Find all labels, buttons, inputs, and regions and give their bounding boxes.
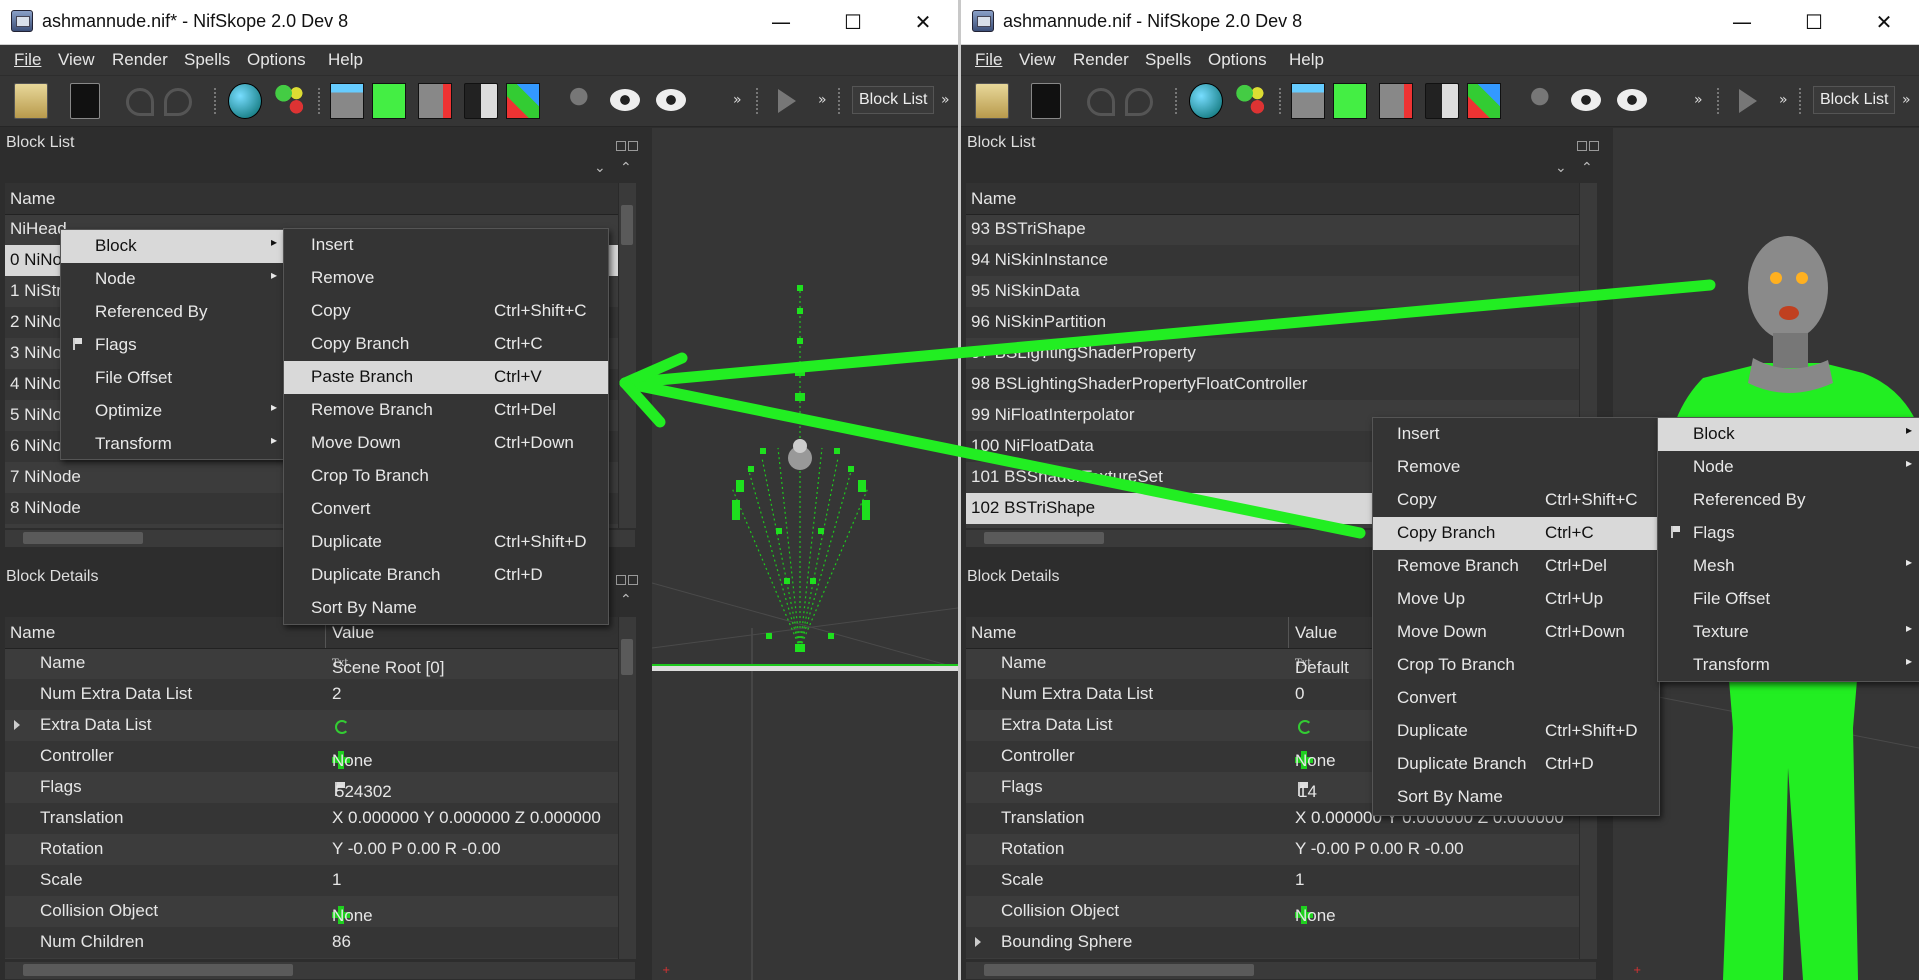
annotation-arrow-from-head — [619, 279, 1716, 389]
annotation-overlay — [619, 279, 1716, 539]
annotation-arrow-from-copy-branch — [619, 377, 1366, 539]
